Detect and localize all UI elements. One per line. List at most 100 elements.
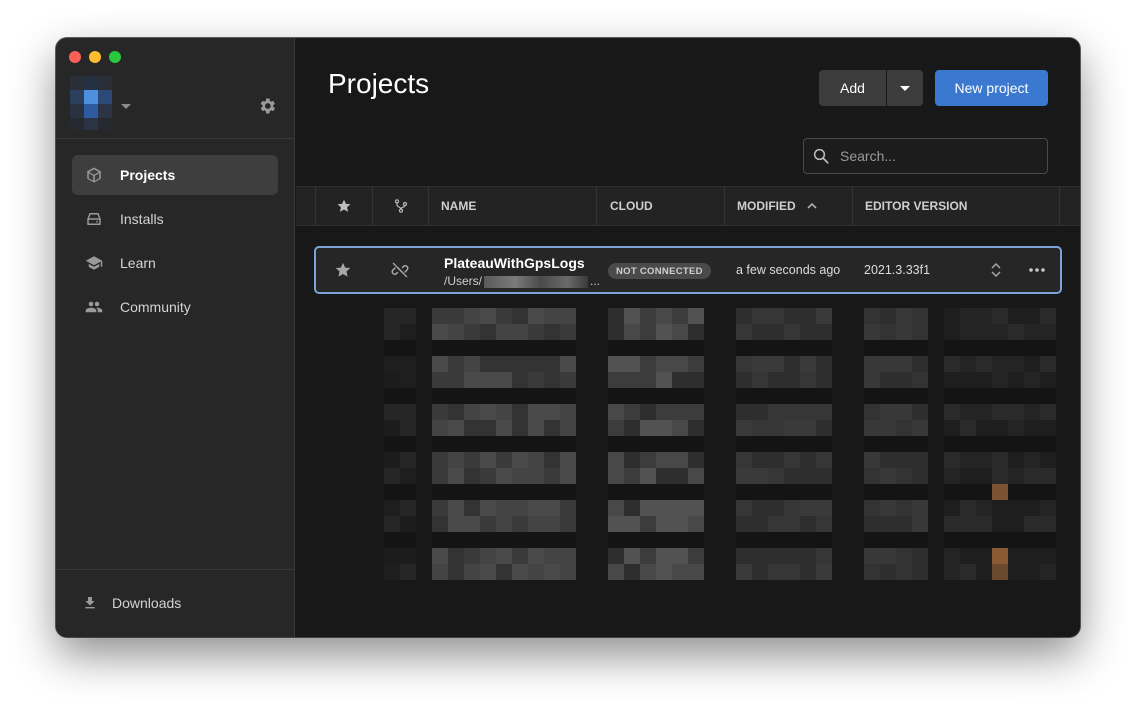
gear-icon[interactable] — [257, 96, 277, 116]
redacted-block — [464, 372, 480, 388]
redacted-block — [400, 340, 416, 356]
redacted-block — [960, 340, 976, 356]
redacted-block — [992, 420, 1008, 436]
redacted-block — [864, 564, 880, 580]
favorite-column-header[interactable] — [316, 187, 373, 225]
redacted-block — [496, 324, 512, 340]
redacted-block — [640, 404, 656, 420]
maximize-window-button[interactable] — [109, 51, 121, 63]
redacted-block — [528, 500, 544, 516]
redacted-block — [784, 516, 800, 532]
editor-version-column-header[interactable]: EDITOR VERSION — [853, 187, 1060, 225]
redacted-block — [960, 356, 976, 372]
redacted-block — [448, 340, 464, 356]
redacted-block — [656, 388, 672, 404]
redacted-block — [768, 468, 784, 484]
redacted-block — [672, 372, 688, 388]
modified-column-header[interactable]: MODIFIED — [725, 187, 853, 225]
version-select[interactable] — [990, 248, 1006, 292]
name-column-header[interactable]: NAME — [429, 187, 597, 225]
redacted-block — [672, 484, 688, 500]
redacted-block — [992, 324, 1008, 340]
redacted-block — [656, 420, 672, 436]
redacted-block — [608, 436, 624, 452]
chevron-down-icon[interactable] — [121, 104, 131, 109]
redacted-block — [944, 436, 960, 452]
vcs-column-header[interactable] — [373, 187, 429, 225]
sidebar-item-downloads[interactable]: Downloads — [80, 586, 181, 620]
redacted-block — [752, 324, 768, 340]
redacted-block — [1008, 548, 1024, 564]
redacted-block — [752, 388, 768, 404]
search-input[interactable] — [838, 147, 1032, 165]
minimize-window-button[interactable] — [89, 51, 101, 63]
redacted-block — [448, 468, 464, 484]
sidebar-item-installs[interactable]: Installs — [72, 199, 278, 239]
redacted-block — [560, 484, 576, 500]
redacted-block — [768, 436, 784, 452]
avatar[interactable] — [70, 76, 112, 130]
redacted-block — [912, 420, 928, 436]
cloud-column-header[interactable]: CLOUD — [597, 187, 725, 225]
redacted-block — [784, 532, 800, 548]
redacted-block — [880, 468, 896, 484]
redacted-block — [944, 548, 960, 564]
redacted-block — [672, 308, 688, 324]
redacted-block — [384, 372, 400, 388]
redacted-block — [864, 516, 880, 532]
redacted-block — [752, 484, 768, 500]
sidebar-item-projects[interactable]: Projects — [72, 155, 278, 195]
redacted-block — [432, 564, 448, 580]
redacted-block — [400, 324, 416, 340]
redacted-block — [736, 404, 752, 420]
redacted-block — [800, 436, 816, 452]
table-row[interactable]: PlateauWithGpsLogs /Users/... NOT CONNEC… — [314, 246, 1062, 294]
redacted-block — [864, 404, 880, 420]
redacted-block — [1040, 356, 1056, 372]
redacted-block — [912, 564, 928, 580]
search-box[interactable] — [803, 138, 1048, 174]
redacted-block — [400, 516, 416, 532]
redacted-block — [656, 516, 672, 532]
redacted-block — [384, 532, 400, 548]
redacted-block — [688, 308, 704, 324]
redacted-block — [672, 532, 688, 548]
redacted-block — [752, 564, 768, 580]
add-button[interactable]: Add — [819, 70, 886, 106]
redacted-block — [432, 324, 448, 340]
redacted-block — [912, 340, 928, 356]
redacted-block — [976, 484, 992, 500]
redacted-block — [864, 436, 880, 452]
redacted-block — [400, 308, 416, 324]
add-menu-button[interactable] — [887, 70, 923, 106]
redacted-block — [560, 500, 576, 516]
redacted-block — [896, 340, 912, 356]
redacted-block — [768, 404, 784, 420]
redacted-block — [496, 484, 512, 500]
sidebar-item-learn[interactable]: Learn — [72, 243, 278, 283]
redacted-block — [1024, 404, 1040, 420]
redacted-block — [608, 388, 624, 404]
redacted-block — [944, 420, 960, 436]
favorite-toggle[interactable] — [334, 248, 356, 292]
redacted-block — [464, 484, 480, 500]
redacted-block — [672, 500, 688, 516]
chevron-up-down-icon — [991, 262, 1001, 278]
redacted-block — [384, 404, 400, 420]
redacted-block — [992, 372, 1008, 388]
redacted-block — [992, 500, 1008, 516]
redacted-block — [864, 548, 880, 564]
redacted-block — [544, 324, 560, 340]
more-options-button[interactable] — [1028, 248, 1048, 292]
redacted-block — [800, 420, 816, 436]
redacted-block — [656, 468, 672, 484]
close-window-button[interactable] — [69, 51, 81, 63]
redacted-block — [560, 436, 576, 452]
redacted-block — [512, 564, 528, 580]
redacted-block — [1040, 484, 1056, 500]
redacted-block — [784, 308, 800, 324]
new-project-button[interactable]: New project — [935, 70, 1048, 106]
sidebar-item-community[interactable]: Community — [72, 287, 278, 327]
redacted-block — [480, 308, 496, 324]
redacted-block — [432, 500, 448, 516]
